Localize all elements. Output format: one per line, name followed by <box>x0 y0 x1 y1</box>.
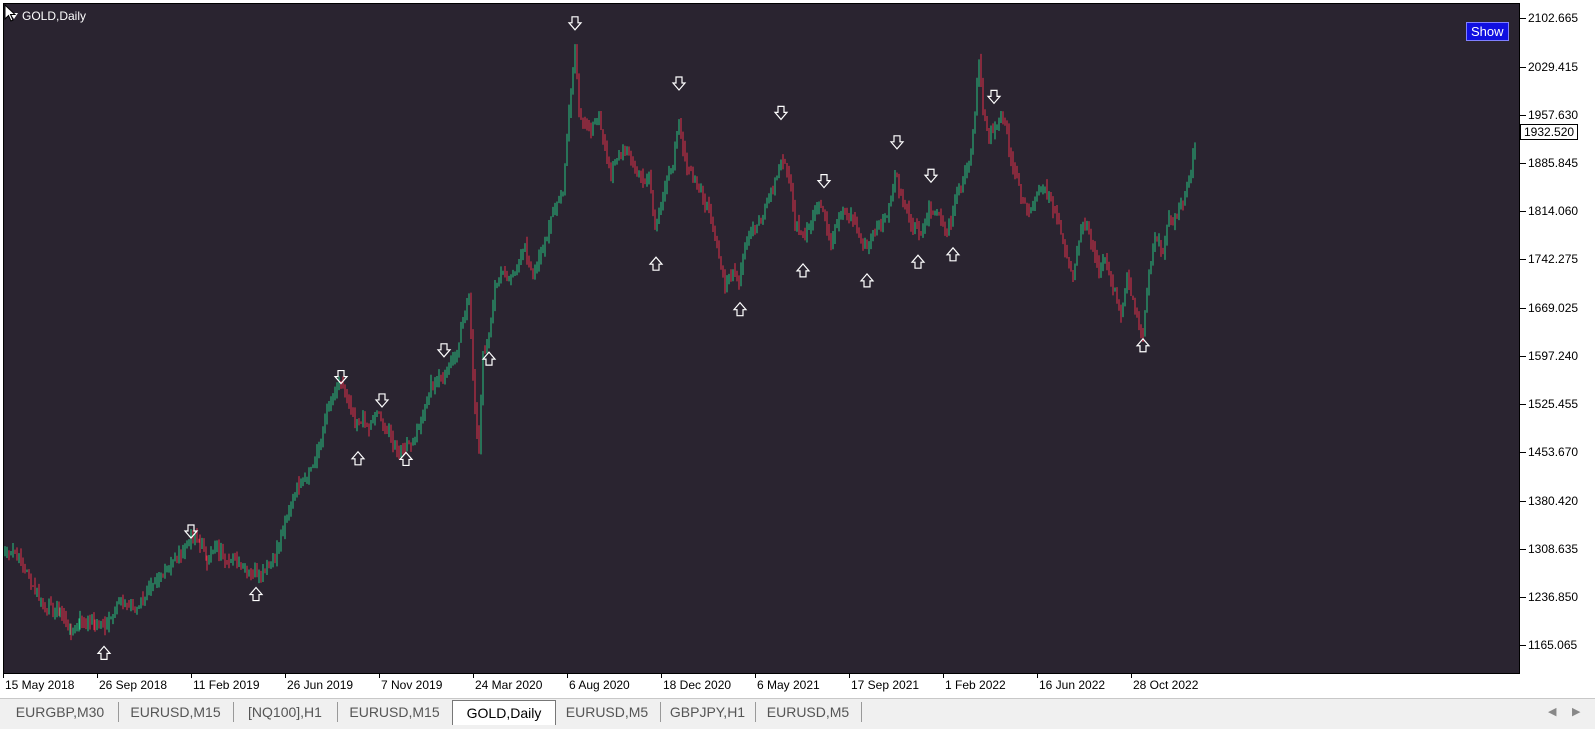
fractal-up-arrow-icon <box>350 450 366 466</box>
price-label: 1742.275 <box>1528 252 1579 266</box>
fractal-up-arrow-icon <box>945 246 961 262</box>
price-label: 1308.635 <box>1528 541 1579 556</box>
chart-plot-area[interactable]: GOLD,Daily Show <box>3 3 1520 674</box>
time-label: 26 Jun 2019 <box>287 678 354 692</box>
tab-eurusd-m5[interactable]: EURUSD,M5 <box>755 702 862 722</box>
price-tick <box>1520 114 1526 116</box>
price-tick <box>1520 210 1526 212</box>
chart-symbol-label[interactable]: GOLD,Daily <box>10 9 86 23</box>
show-button[interactable]: Show <box>1466 22 1509 41</box>
price-label: 1525.455 <box>1528 396 1579 411</box>
tab-eurusd-m15[interactable]: EURUSD,M15 <box>118 702 234 722</box>
tab-gold-daily[interactable]: GOLD,Daily <box>452 700 556 725</box>
time-tick <box>567 674 568 678</box>
candles-group <box>4 44 1196 641</box>
chart-tab-bar: EURGBP,M30 EURUSD,M15 [NQ100],H1 EURUSD,M15… <box>0 698 1595 729</box>
price-tick <box>1520 500 1526 502</box>
chart-window[interactable]: GOLD,Daily Show 2102.665 2029.415 1957.630… <box>0 0 1595 698</box>
fractal-down-arrow-icon <box>773 105 789 121</box>
time-tick <box>1037 674 1038 678</box>
time-label: 16 Jun 2022 <box>1039 678 1106 692</box>
price-tick <box>1520 162 1526 164</box>
time-label: 1 Feb 2022 <box>945 678 1006 692</box>
time-tick <box>1131 674 1132 678</box>
time-label: 18 Dec 2020 <box>663 678 732 692</box>
candlestick-chart[interactable] <box>4 4 1520 674</box>
tab-nq100-h1[interactable]: [NQ100],H1 <box>233 702 338 722</box>
time-tick <box>3 674 4 678</box>
fractal-down-arrow-icon <box>374 393 390 408</box>
time-label: 26 Sep 2018 <box>99 678 168 692</box>
time-tick <box>473 674 474 678</box>
fractal-up-arrow-icon <box>96 645 112 660</box>
price-label: 1380.420 <box>1528 493 1579 508</box>
time-label: 24 Mar 2020 <box>475 678 543 692</box>
time-label: 6 May 2021 <box>757 678 820 692</box>
time-tick <box>849 674 850 678</box>
fractal-up-arrow-icon <box>795 262 811 278</box>
price-label: 1597.240 <box>1528 348 1579 363</box>
price-axis[interactable]: 2102.665 2029.415 1957.630 1885.845 1814.060… <box>1520 3 1595 674</box>
price-label: 1814.060 <box>1528 203 1579 218</box>
price-label: 2029.415 <box>1528 59 1579 74</box>
time-label: 15 May 2018 <box>5 678 75 692</box>
price-tick <box>1520 307 1526 309</box>
price-label: 1165.065 <box>1528 638 1578 652</box>
tab-eurusd-m15[interactable]: EURUSD,M15 <box>337 702 453 722</box>
time-label: 28 Oct 2022 <box>1133 678 1199 692</box>
price-label: 2102.665 <box>1528 11 1579 25</box>
price-tick <box>1520 259 1526 260</box>
price-tick <box>1520 403 1526 405</box>
price-label: 1669.025 <box>1528 300 1579 315</box>
scroll-left-icon[interactable]: ◀ <box>1548 705 1556 718</box>
price-tick <box>1520 355 1526 357</box>
time-tick <box>379 674 380 678</box>
time-label: 11 Feb 2019 <box>193 678 260 692</box>
price-tick <box>1520 596 1526 598</box>
time-label: 17 Sep 2021 <box>851 678 920 692</box>
symbol-text: GOLD,Daily <box>22 9 87 23</box>
mouse-cursor-icon <box>4 4 17 22</box>
fractal-up-arrow-icon <box>648 256 664 271</box>
fractal-up-arrow-icon <box>248 586 264 602</box>
current-price-label: 1932.520 <box>1520 123 1579 140</box>
time-label: 6 Aug 2020 <box>569 678 630 692</box>
time-tick <box>97 674 98 678</box>
fractal-up-arrow-icon <box>732 301 748 317</box>
price-tick <box>1520 452 1526 453</box>
fractal-up-arrow-icon <box>398 451 414 467</box>
tab-eurusd-m5[interactable]: EURUSD,M5 <box>554 702 661 722</box>
tab-gbpjpy-h1[interactable]: GBPJPY,H1 <box>660 702 756 722</box>
time-label: 7 Nov 2019 <box>381 678 443 692</box>
price-label: 1885.845 <box>1528 155 1579 170</box>
fractal-up-arrow-icon <box>910 254 926 269</box>
price-label: 1236.850 <box>1528 589 1579 604</box>
fractal-up-arrow-icon <box>859 272 875 288</box>
time-tick <box>755 674 756 678</box>
time-axis[interactable]: 15 May 2018 26 Sep 2018 11 Feb 2019 26 Jun … <box>3 674 1520 698</box>
time-tick <box>661 674 662 678</box>
fractal-down-arrow-icon <box>923 168 939 184</box>
price-tick <box>1520 66 1526 68</box>
price-tick <box>1520 645 1526 646</box>
fractal-down-arrow-icon <box>889 135 905 150</box>
tab-eurgbp-m30[interactable]: EURGBP,M30 <box>2 702 119 722</box>
time-tick <box>191 674 192 678</box>
fractal-down-arrow-icon <box>816 174 832 189</box>
price-tick <box>1520 548 1526 550</box>
fractal-down-arrow-icon <box>436 343 452 358</box>
fractal-down-arrow-icon <box>986 89 1002 105</box>
time-tick <box>943 674 944 678</box>
time-tick <box>285 674 286 678</box>
scroll-right-icon[interactable]: ▶ <box>1572 705 1580 718</box>
fractal-up-arrow-icon <box>481 351 497 366</box>
fractal-down-arrow-icon <box>671 76 687 91</box>
price-tick <box>1520 18 1526 19</box>
price-label: 1957.630 <box>1528 107 1579 122</box>
fractal-down-arrow-icon <box>567 16 583 31</box>
price-label: 1453.670 <box>1528 445 1579 459</box>
